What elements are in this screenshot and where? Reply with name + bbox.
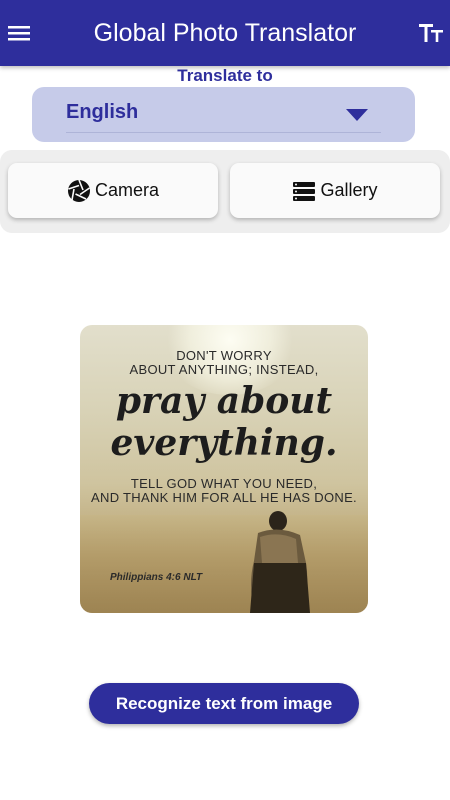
camera-label: Camera xyxy=(94,180,160,200)
image-text-line: pray about xyxy=(115,380,333,422)
chevron-down-icon xyxy=(346,109,368,121)
image-text-line: everything. xyxy=(110,422,338,464)
app-title: Global Photo Translator xyxy=(93,19,357,47)
language-dropdown[interactable]: English xyxy=(32,87,415,142)
text-size-icon[interactable] xyxy=(418,20,444,46)
camera-button[interactable]: Camera xyxy=(8,163,218,218)
gallery-label: Gallery xyxy=(320,180,378,200)
gallery-list-icon xyxy=(293,181,316,201)
image-source-panel: Camera Gallery xyxy=(0,150,450,233)
dropdown-underline xyxy=(66,132,381,133)
selected-image: DON'T WORRY ABOUT ANYTHING; INSTEAD, pra… xyxy=(80,325,368,613)
camera-shutter-icon xyxy=(67,179,90,202)
gallery-button[interactable]: Gallery xyxy=(230,163,440,218)
app-bar: Global Photo Translator xyxy=(0,0,450,66)
kneeling-person-figure xyxy=(250,511,310,613)
image-reference: Philippians 4:6 NLT xyxy=(110,572,203,583)
recognize-text-button[interactable]: Recognize text from image xyxy=(89,683,359,724)
image-text-line: DON'T WORRY xyxy=(176,348,272,363)
image-text-line: ABOUT ANYTHING; INSTEAD, xyxy=(129,362,319,377)
selected-language: English xyxy=(66,101,139,123)
translate-to-label: Translate to xyxy=(177,66,273,85)
image-text-line: TELL GOD WHAT YOU NEED, xyxy=(130,476,318,491)
